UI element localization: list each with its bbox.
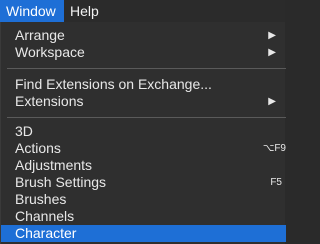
- menu-item-brush-settings-shortcut: F5: [270, 177, 282, 188]
- menu-item-adjustments[interactable]: Adjustments: [1, 157, 286, 174]
- menu-item-3d-label: 3D: [15, 123, 33, 139]
- menu-item-arrange-label: Arrange: [15, 27, 65, 43]
- menu-help[interactable]: Help: [64, 0, 110, 22]
- menu-item-channels[interactable]: Channels: [1, 208, 286, 225]
- menu-help-label: Help: [70, 3, 99, 19]
- menu-item-extensions-label: Extensions: [15, 93, 84, 109]
- menu-item-workspace-label: Workspace: [15, 44, 85, 60]
- menu-item-3d[interactable]: 3D: [1, 123, 286, 140]
- menu-item-extensions[interactable]: Extensions ▶: [1, 93, 286, 110]
- menu-item-adjustments-label: Adjustments: [15, 157, 93, 173]
- menu-item-brushes-label: Brushes: [15, 191, 67, 207]
- menu-window[interactable]: Window: [0, 0, 64, 22]
- menu-item-find-extensions[interactable]: Find Extensions on Exchange...: [1, 76, 286, 93]
- submenu-arrow-icon: ▶: [268, 30, 276, 41]
- menu-item-brush-settings[interactable]: Brush Settings F5: [1, 174, 286, 191]
- menu-separator: [7, 68, 286, 69]
- submenu-arrow-icon: ▶: [268, 47, 276, 58]
- menu-item-brushes[interactable]: Brushes: [1, 191, 286, 208]
- menu-bar: Window Help: [0, 0, 285, 23]
- menu-separator: [7, 117, 286, 118]
- menu-item-actions-label: Actions: [15, 140, 61, 156]
- menu-item-character[interactable]: Character: [1, 225, 286, 242]
- menu-item-actions[interactable]: Actions ⌥F9: [1, 140, 286, 157]
- submenu-arrow-icon: ▶: [268, 96, 276, 107]
- menu-item-actions-shortcut: ⌥F9: [262, 143, 286, 154]
- menu-item-arrange[interactable]: Arrange ▶: [1, 27, 286, 44]
- menu-item-workspace[interactable]: Workspace ▶: [1, 44, 286, 61]
- menu-item-channels-label: Channels: [15, 208, 75, 224]
- menu-window-label: Window: [6, 3, 56, 19]
- menu-item-brush-settings-label: Brush Settings: [15, 174, 107, 190]
- menu-item-find-extensions-label: Find Extensions on Exchange...: [15, 76, 212, 92]
- menu-item-character-label: Character: [15, 225, 77, 241]
- window-menu-dropdown: Arrange ▶ Workspace ▶ Find Extensions on…: [0, 22, 286, 244]
